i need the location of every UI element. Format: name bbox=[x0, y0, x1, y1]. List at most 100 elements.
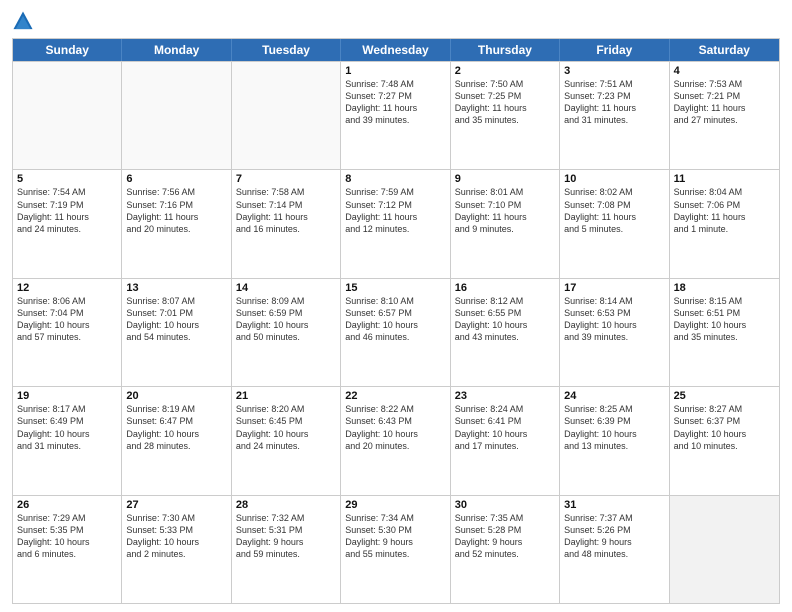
calendar-cell bbox=[232, 62, 341, 169]
header-day-friday: Friday bbox=[560, 39, 669, 61]
day-info: Sunrise: 8:17 AM Sunset: 6:49 PM Dayligh… bbox=[17, 403, 117, 452]
calendar-cell: 20Sunrise: 8:19 AM Sunset: 6:47 PM Dayli… bbox=[122, 387, 231, 494]
day-number: 28 bbox=[236, 499, 336, 511]
day-number: 1 bbox=[345, 65, 445, 77]
day-number: 27 bbox=[126, 499, 226, 511]
header-day-wednesday: Wednesday bbox=[341, 39, 450, 61]
calendar-cell: 28Sunrise: 7:32 AM Sunset: 5:31 PM Dayli… bbox=[232, 496, 341, 603]
calendar-cell: 17Sunrise: 8:14 AM Sunset: 6:53 PM Dayli… bbox=[560, 279, 669, 386]
day-number: 29 bbox=[345, 499, 445, 511]
day-number: 13 bbox=[126, 282, 226, 294]
calendar-cell: 3Sunrise: 7:51 AM Sunset: 7:23 PM Daylig… bbox=[560, 62, 669, 169]
day-info: Sunrise: 8:19 AM Sunset: 6:47 PM Dayligh… bbox=[126, 403, 226, 452]
calendar-cell: 2Sunrise: 7:50 AM Sunset: 7:25 PM Daylig… bbox=[451, 62, 560, 169]
calendar: SundayMondayTuesdayWednesdayThursdayFrid… bbox=[12, 38, 780, 604]
day-number: 3 bbox=[564, 65, 664, 77]
calendar-body: 1Sunrise: 7:48 AM Sunset: 7:27 PM Daylig… bbox=[13, 61, 779, 603]
day-info: Sunrise: 7:32 AM Sunset: 5:31 PM Dayligh… bbox=[236, 512, 336, 561]
calendar-cell: 13Sunrise: 8:07 AM Sunset: 7:01 PM Dayli… bbox=[122, 279, 231, 386]
header-day-sunday: Sunday bbox=[13, 39, 122, 61]
calendar-cell: 9Sunrise: 8:01 AM Sunset: 7:10 PM Daylig… bbox=[451, 170, 560, 277]
day-info: Sunrise: 7:29 AM Sunset: 5:35 PM Dayligh… bbox=[17, 512, 117, 561]
day-info: Sunrise: 7:34 AM Sunset: 5:30 PM Dayligh… bbox=[345, 512, 445, 561]
calendar-cell: 4Sunrise: 7:53 AM Sunset: 7:21 PM Daylig… bbox=[670, 62, 779, 169]
day-info: Sunrise: 7:35 AM Sunset: 5:28 PM Dayligh… bbox=[455, 512, 555, 561]
day-number: 9 bbox=[455, 173, 555, 185]
calendar-cell: 23Sunrise: 8:24 AM Sunset: 6:41 PM Dayli… bbox=[451, 387, 560, 494]
day-info: Sunrise: 8:01 AM Sunset: 7:10 PM Dayligh… bbox=[455, 186, 555, 235]
header bbox=[12, 10, 780, 32]
calendar-cell: 25Sunrise: 8:27 AM Sunset: 6:37 PM Dayli… bbox=[670, 387, 779, 494]
calendar-row-5: 26Sunrise: 7:29 AM Sunset: 5:35 PM Dayli… bbox=[13, 495, 779, 603]
day-info: Sunrise: 8:06 AM Sunset: 7:04 PM Dayligh… bbox=[17, 295, 117, 344]
day-number: 2 bbox=[455, 65, 555, 77]
calendar-row-3: 12Sunrise: 8:06 AM Sunset: 7:04 PM Dayli… bbox=[13, 278, 779, 386]
day-info: Sunrise: 7:58 AM Sunset: 7:14 PM Dayligh… bbox=[236, 186, 336, 235]
day-number: 23 bbox=[455, 390, 555, 402]
calendar-cell: 1Sunrise: 7:48 AM Sunset: 7:27 PM Daylig… bbox=[341, 62, 450, 169]
header-day-monday: Monday bbox=[122, 39, 231, 61]
calendar-cell: 16Sunrise: 8:12 AM Sunset: 6:55 PM Dayli… bbox=[451, 279, 560, 386]
header-day-tuesday: Tuesday bbox=[232, 39, 341, 61]
calendar-cell bbox=[122, 62, 231, 169]
day-number: 22 bbox=[345, 390, 445, 402]
day-info: Sunrise: 8:12 AM Sunset: 6:55 PM Dayligh… bbox=[455, 295, 555, 344]
day-info: Sunrise: 7:54 AM Sunset: 7:19 PM Dayligh… bbox=[17, 186, 117, 235]
day-number: 8 bbox=[345, 173, 445, 185]
day-number: 6 bbox=[126, 173, 226, 185]
day-number: 14 bbox=[236, 282, 336, 294]
calendar-cell: 7Sunrise: 7:58 AM Sunset: 7:14 PM Daylig… bbox=[232, 170, 341, 277]
day-info: Sunrise: 7:30 AM Sunset: 5:33 PM Dayligh… bbox=[126, 512, 226, 561]
calendar-cell: 6Sunrise: 7:56 AM Sunset: 7:16 PM Daylig… bbox=[122, 170, 231, 277]
calendar-header: SundayMondayTuesdayWednesdayThursdayFrid… bbox=[13, 39, 779, 61]
day-info: Sunrise: 8:25 AM Sunset: 6:39 PM Dayligh… bbox=[564, 403, 664, 452]
day-info: Sunrise: 8:15 AM Sunset: 6:51 PM Dayligh… bbox=[674, 295, 775, 344]
day-number: 26 bbox=[17, 499, 117, 511]
calendar-cell: 15Sunrise: 8:10 AM Sunset: 6:57 PM Dayli… bbox=[341, 279, 450, 386]
day-number: 11 bbox=[674, 173, 775, 185]
day-info: Sunrise: 7:37 AM Sunset: 5:26 PM Dayligh… bbox=[564, 512, 664, 561]
day-number: 21 bbox=[236, 390, 336, 402]
day-number: 15 bbox=[345, 282, 445, 294]
day-number: 16 bbox=[455, 282, 555, 294]
day-info: Sunrise: 8:22 AM Sunset: 6:43 PM Dayligh… bbox=[345, 403, 445, 452]
day-number: 18 bbox=[674, 282, 775, 294]
calendar-cell: 27Sunrise: 7:30 AM Sunset: 5:33 PM Dayli… bbox=[122, 496, 231, 603]
day-number: 7 bbox=[236, 173, 336, 185]
calendar-cell: 5Sunrise: 7:54 AM Sunset: 7:19 PM Daylig… bbox=[13, 170, 122, 277]
calendar-cell bbox=[13, 62, 122, 169]
calendar-cell: 8Sunrise: 7:59 AM Sunset: 7:12 PM Daylig… bbox=[341, 170, 450, 277]
day-info: Sunrise: 8:24 AM Sunset: 6:41 PM Dayligh… bbox=[455, 403, 555, 452]
day-info: Sunrise: 8:20 AM Sunset: 6:45 PM Dayligh… bbox=[236, 403, 336, 452]
day-number: 4 bbox=[674, 65, 775, 77]
calendar-cell: 29Sunrise: 7:34 AM Sunset: 5:30 PM Dayli… bbox=[341, 496, 450, 603]
day-number: 10 bbox=[564, 173, 664, 185]
calendar-cell: 18Sunrise: 8:15 AM Sunset: 6:51 PM Dayli… bbox=[670, 279, 779, 386]
day-info: Sunrise: 8:27 AM Sunset: 6:37 PM Dayligh… bbox=[674, 403, 775, 452]
calendar-cell: 12Sunrise: 8:06 AM Sunset: 7:04 PM Dayli… bbox=[13, 279, 122, 386]
day-info: Sunrise: 8:10 AM Sunset: 6:57 PM Dayligh… bbox=[345, 295, 445, 344]
calendar-row-4: 19Sunrise: 8:17 AM Sunset: 6:49 PM Dayli… bbox=[13, 386, 779, 494]
day-info: Sunrise: 8:02 AM Sunset: 7:08 PM Dayligh… bbox=[564, 186, 664, 235]
day-number: 17 bbox=[564, 282, 664, 294]
calendar-cell: 24Sunrise: 8:25 AM Sunset: 6:39 PM Dayli… bbox=[560, 387, 669, 494]
day-number: 12 bbox=[17, 282, 117, 294]
day-info: Sunrise: 7:50 AM Sunset: 7:25 PM Dayligh… bbox=[455, 78, 555, 127]
day-info: Sunrise: 8:14 AM Sunset: 6:53 PM Dayligh… bbox=[564, 295, 664, 344]
day-number: 20 bbox=[126, 390, 226, 402]
calendar-cell: 11Sunrise: 8:04 AM Sunset: 7:06 PM Dayli… bbox=[670, 170, 779, 277]
calendar-cell: 31Sunrise: 7:37 AM Sunset: 5:26 PM Dayli… bbox=[560, 496, 669, 603]
calendar-cell: 10Sunrise: 8:02 AM Sunset: 7:08 PM Dayli… bbox=[560, 170, 669, 277]
calendar-cell: 21Sunrise: 8:20 AM Sunset: 6:45 PM Dayli… bbox=[232, 387, 341, 494]
calendar-row-2: 5Sunrise: 7:54 AM Sunset: 7:19 PM Daylig… bbox=[13, 169, 779, 277]
page-container: SundayMondayTuesdayWednesdayThursdayFrid… bbox=[0, 0, 792, 612]
calendar-cell: 30Sunrise: 7:35 AM Sunset: 5:28 PM Dayli… bbox=[451, 496, 560, 603]
day-number: 5 bbox=[17, 173, 117, 185]
header-day-saturday: Saturday bbox=[670, 39, 779, 61]
day-number: 25 bbox=[674, 390, 775, 402]
day-info: Sunrise: 7:56 AM Sunset: 7:16 PM Dayligh… bbox=[126, 186, 226, 235]
calendar-cell: 26Sunrise: 7:29 AM Sunset: 5:35 PM Dayli… bbox=[13, 496, 122, 603]
day-number: 19 bbox=[17, 390, 117, 402]
calendar-cell bbox=[670, 496, 779, 603]
logo-icon bbox=[12, 10, 34, 32]
